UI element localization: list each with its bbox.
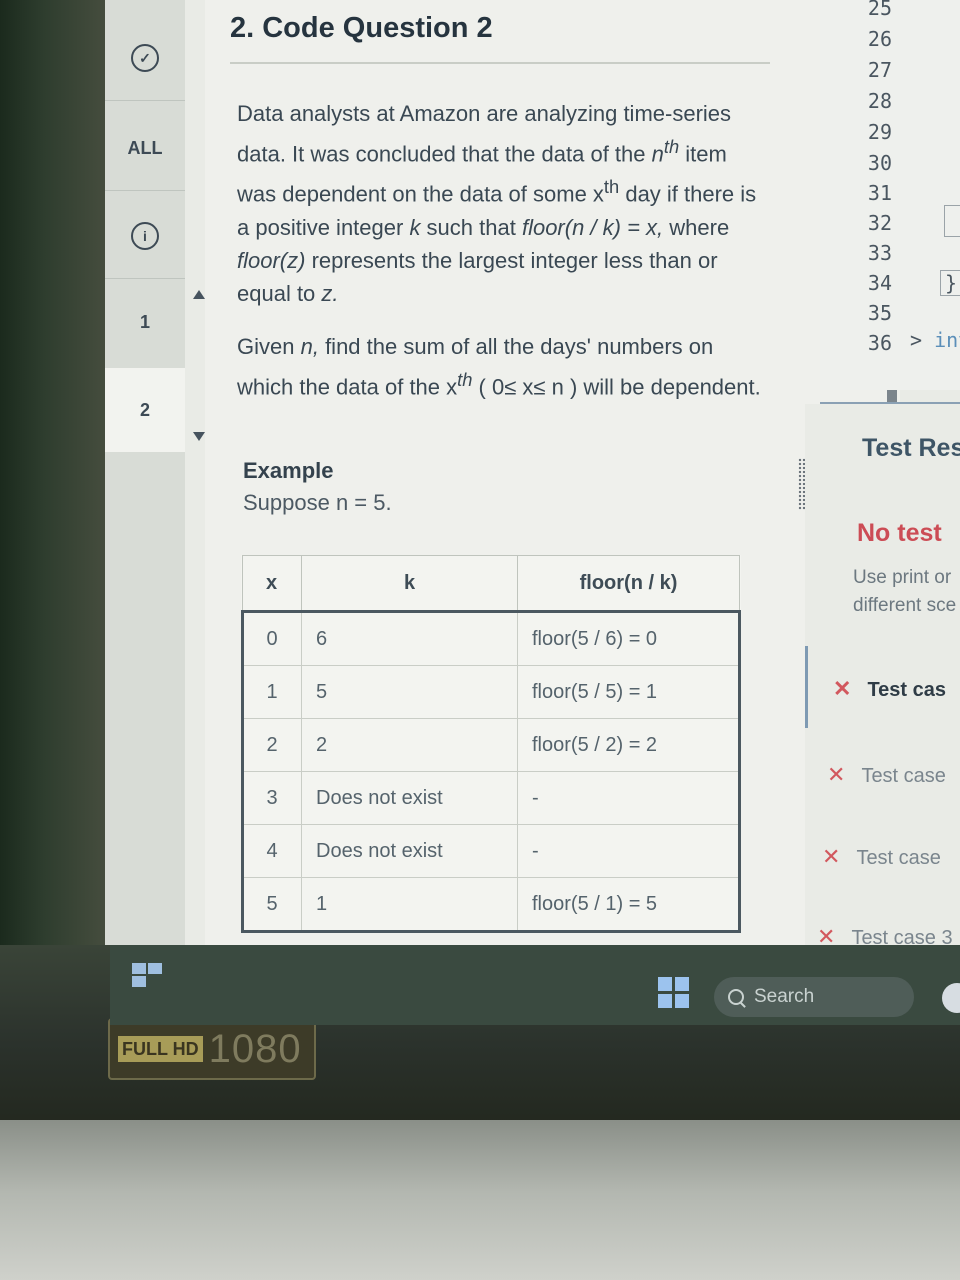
line-number: 27: [867, 58, 892, 82]
cell-k: 5: [301, 665, 518, 719]
laptop-deck: [0, 1120, 960, 1280]
search-icon: [728, 989, 744, 1005]
cell-floor: floor(5 / 5) = 1: [517, 665, 740, 719]
full-hd-label: FULL HD: [118, 1036, 203, 1062]
question-nav: ✓ ALL i 1 2: [105, 0, 185, 945]
table-row: 3 Does not exist -: [242, 771, 740, 825]
line-number: 32: [867, 211, 892, 235]
cell-x: 0: [242, 611, 302, 666]
search-label: Search: [754, 986, 815, 1007]
nav-status-item[interactable]: ✓: [105, 40, 185, 76]
cell-x: 5: [242, 877, 302, 932]
line-number: 33: [867, 241, 892, 265]
resolution-label: 1080: [208, 1026, 302, 1071]
code-editor[interactable]: 25 26 27 28 29 30 31 32 33 34 35 36 } > …: [820, 0, 960, 390]
cell-floor: -: [517, 824, 740, 878]
taskbar-app-icon[interactable]: [942, 983, 960, 1013]
question-panel: 2. Code Question 2 Data analysts at Amaz…: [205, 0, 900, 948]
no-test-message: No test: [857, 519, 942, 547]
cell-x: 4: [242, 824, 302, 878]
cell-k: 6: [301, 611, 518, 666]
scroll-down-icon[interactable]: [193, 432, 205, 441]
info-icon: i: [131, 222, 159, 250]
header-k: k: [301, 555, 518, 612]
cell-floor: floor(5 / 6) = 0: [517, 611, 740, 666]
code-keyword: int: [934, 328, 960, 352]
closing-brace: }: [940, 270, 960, 296]
nav-item-question-2[interactable]: 2: [105, 368, 185, 452]
line-number: 29: [867, 120, 892, 144]
fold-arrow-icon[interactable]: >: [910, 328, 922, 352]
cell-k: 2: [301, 718, 518, 772]
scroll-up-icon[interactable]: [193, 290, 205, 299]
table-row: 0 6 floor(5 / 6) = 0: [242, 611, 740, 666]
cell-x: 2: [242, 718, 302, 772]
cell-x: 1: [242, 665, 302, 719]
laptop-bezel-left: [0, 0, 110, 960]
code-line-36: > int: [910, 328, 960, 352]
problem-paragraph: Data analysts at Amazon are analyzing ti…: [237, 101, 757, 306]
nav-item-question-1[interactable]: 1: [105, 278, 185, 366]
cell-k: Does not exist: [301, 824, 518, 878]
line-number: 26: [867, 27, 892, 51]
active-case-indicator: [805, 646, 808, 728]
line-number: 28: [867, 89, 892, 113]
example-subtitle: Suppose n = 5.: [243, 490, 392, 515]
line-number: 30: [867, 151, 892, 175]
cell-x: 3: [242, 771, 302, 825]
fail-x-icon: ✕: [827, 762, 846, 787]
full-hd-sticker: FULL HD 1080: [108, 1018, 316, 1080]
nav-divider: [105, 100, 185, 101]
header-x: x: [242, 555, 302, 612]
line-number: 31: [867, 181, 892, 205]
taskbar-search[interactable]: Search: [714, 977, 914, 1017]
table-row: 2 2 floor(5 / 2) = 2: [242, 718, 740, 772]
test-case-item[interactable]: ✕ Test cas: [833, 676, 946, 702]
nav-item-all[interactable]: ALL: [105, 130, 185, 166]
title-divider: [230, 62, 770, 64]
widgets-icon[interactable]: [132, 963, 164, 989]
fail-x-icon: ✕: [822, 844, 841, 869]
taskbar: Search: [110, 945, 960, 1025]
cell-k: 1: [301, 877, 518, 932]
cell-floor: floor(5 / 1) = 5: [517, 877, 740, 932]
table-row: 4 Does not exist -: [242, 824, 740, 878]
test-case-item[interactable]: ✕ Test case: [827, 762, 946, 788]
table-row: 5 1 floor(5 / 1) = 5: [242, 877, 740, 932]
line-number: 34: [867, 271, 892, 295]
header-floor: floor(n / k): [517, 555, 740, 612]
cell-floor: floor(5 / 2) = 2: [517, 718, 740, 772]
question-title: 2. Code Question 2: [230, 12, 493, 44]
cell-floor: -: [517, 771, 740, 825]
task-paragraph: Given n, find the sum of all the days' n…: [237, 334, 761, 400]
nav-divider: [105, 190, 185, 191]
line-number: 36: [867, 331, 892, 355]
test-results-heading: Test Res: [862, 434, 960, 462]
test-case-item[interactable]: ✕ Test case: [822, 844, 941, 870]
table-header-row: x k floor(n / k): [242, 555, 740, 612]
code-block-outline: [944, 205, 960, 237]
line-number: 35: [867, 301, 892, 325]
example-table: x k floor(n / k) 0 6 floor(5 / 6) = 0 1 …: [241, 555, 741, 933]
test-results-panel: Test Res No test Use print or different …: [805, 404, 960, 949]
table-row: 1 5 floor(5 / 5) = 1: [242, 665, 740, 719]
windows-start-icon[interactable]: [658, 977, 690, 1009]
results-hint: Use print or different sce: [853, 567, 957, 616]
fail-x-icon: ✕: [833, 676, 852, 701]
nav-info-item[interactable]: i: [105, 218, 185, 254]
screen: ✓ ALL i 1 2 2. Code Question 2 Data anal…: [105, 0, 960, 949]
flag-icon: ✓: [131, 44, 159, 72]
cell-k: Does not exist: [301, 771, 518, 825]
line-number: 25: [867, 0, 892, 20]
example-heading: Example: [243, 458, 334, 483]
